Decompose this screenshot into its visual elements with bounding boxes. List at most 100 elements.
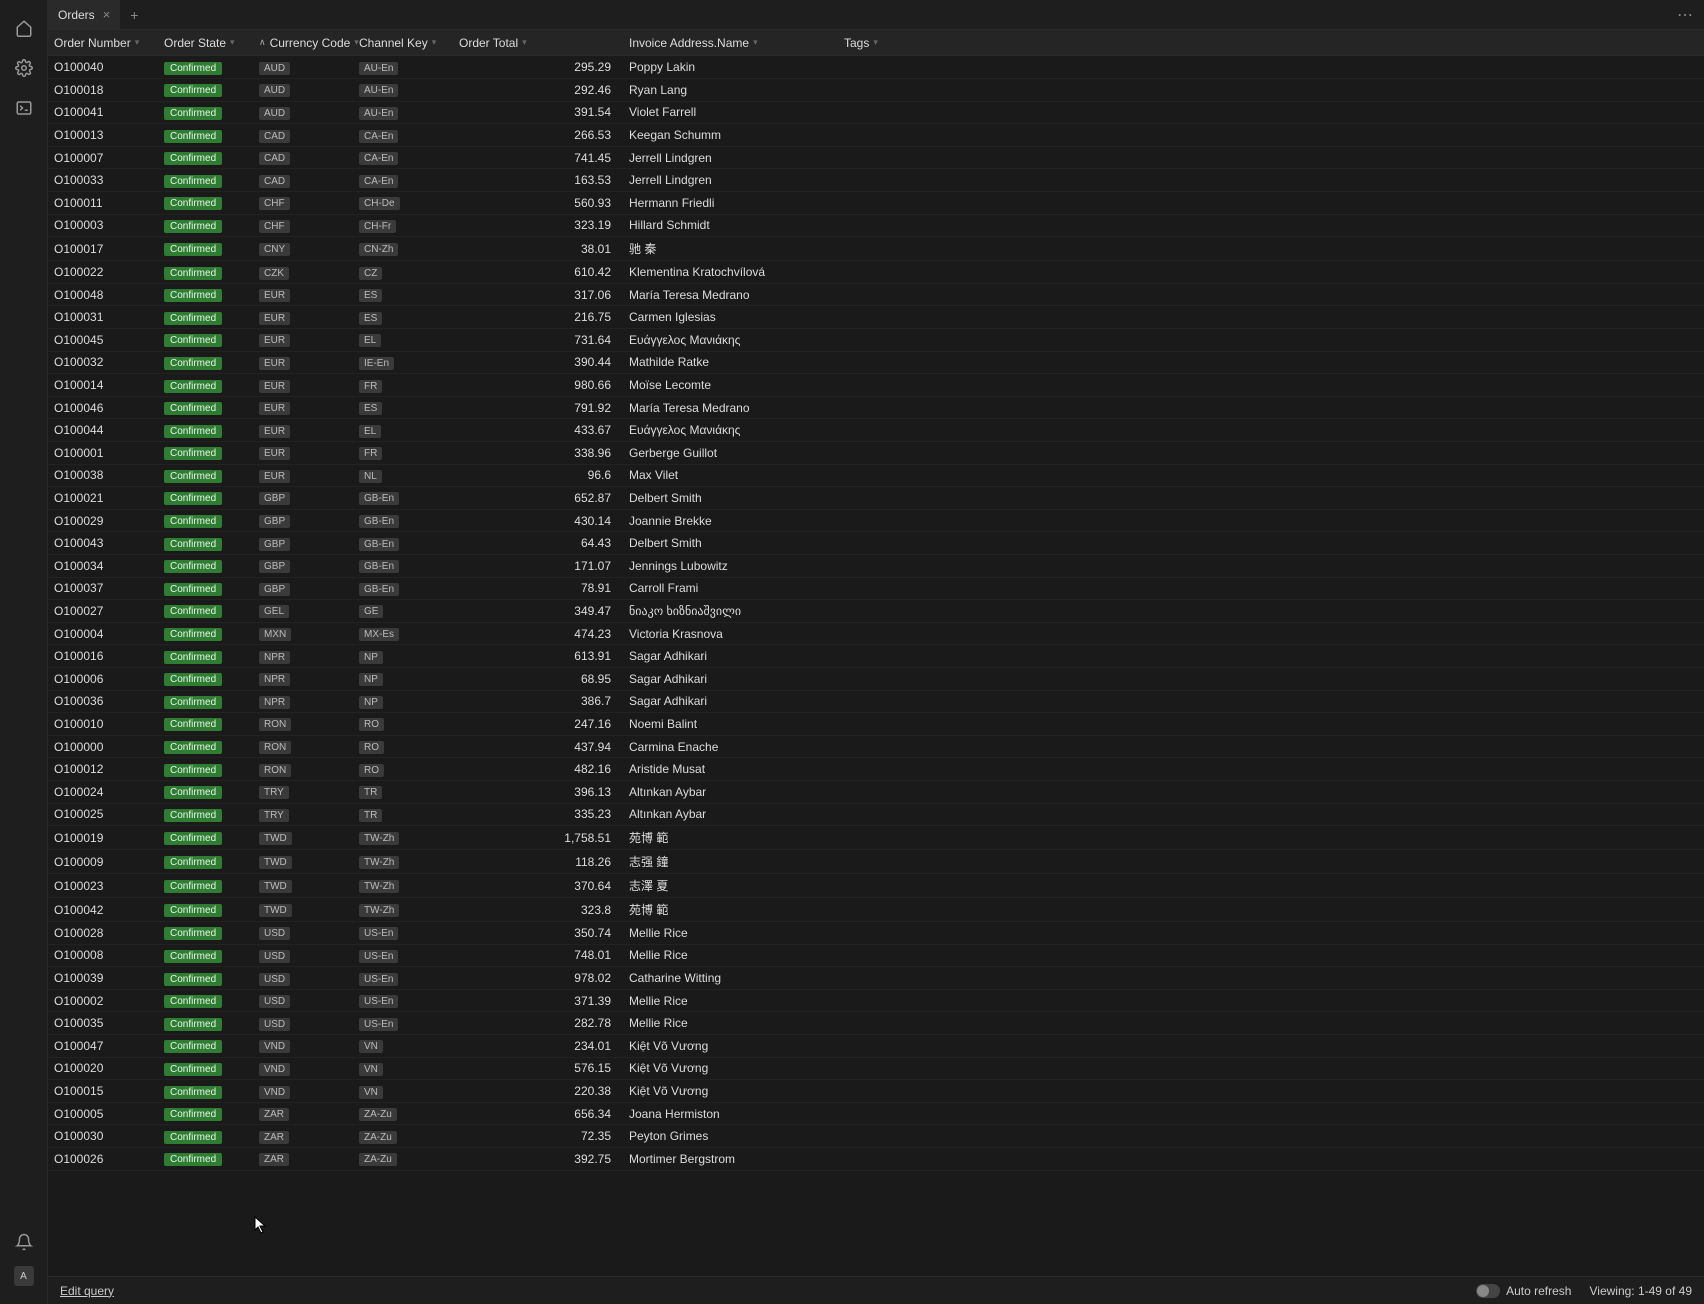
add-tab-button[interactable]: +: [120, 0, 148, 29]
cell-total: 323.8: [453, 898, 623, 922]
table-row[interactable]: O100045ConfirmedEUREL731.64Ευάγγελος Μαν…: [48, 329, 1704, 352]
table-row[interactable]: O100027ConfirmedGELGE349.47ნიაკო ხიზნიაშ…: [48, 600, 1704, 623]
table-row[interactable]: O100001ConfirmedEURFR338.96Gerberge Guil…: [48, 442, 1704, 465]
cell-tags: [838, 826, 1704, 850]
cell-order-state: Confirmed: [158, 79, 253, 102]
table-row[interactable]: O100009ConfirmedTWDTW-Zh118.26志强 鐘: [48, 850, 1704, 874]
table-row[interactable]: O100046ConfirmedEURES791.92María Teresa …: [48, 396, 1704, 419]
table-row[interactable]: O100028ConfirmedUSDUS-En350.74Mellie Ric…: [48, 922, 1704, 945]
table-row[interactable]: O100023ConfirmedTWDTW-Zh370.64志澤 夏: [48, 874, 1704, 898]
colhead-tags[interactable]: Tags ▾: [838, 30, 884, 55]
table-row[interactable]: O100044ConfirmedEUREL433.67Ευάγγελος Μαν…: [48, 419, 1704, 442]
cell-total: 216.75: [453, 306, 623, 329]
sort-asc-icon[interactable]: ∧: [259, 37, 266, 48]
table-row[interactable]: O100018ConfirmedAUDAU-En292.46Ryan Lang: [48, 79, 1704, 102]
table-row[interactable]: O100021ConfirmedGBPGB-En652.87Delbert Sm…: [48, 487, 1704, 510]
cell-name: Sagar Adhikari: [623, 645, 838, 668]
cell-order-state: Confirmed: [158, 237, 253, 261]
table-row[interactable]: O100037ConfirmedGBPGB-En78.91Carroll Fra…: [48, 577, 1704, 600]
colhead-order-total[interactable]: Order Total ▾: [453, 30, 623, 55]
tab-orders[interactable]: Orders ×: [48, 0, 120, 29]
table-row[interactable]: O100022ConfirmedCZKCZ610.42Klementina Kr…: [48, 261, 1704, 284]
cell-tags: [838, 577, 1704, 600]
table-row[interactable]: O100025ConfirmedTRYTR335.23Altınkan Ayba…: [48, 803, 1704, 826]
table-row[interactable]: O100030ConfirmedZARZA-Zu72.35Peyton Grim…: [48, 1125, 1704, 1148]
table-row[interactable]: O100002ConfirmedUSDUS-En371.39Mellie Ric…: [48, 989, 1704, 1012]
table-row[interactable]: O100042ConfirmedTWDTW-Zh323.8苑博 範: [48, 898, 1704, 922]
auto-refresh-toggle[interactable]: [1476, 1284, 1500, 1298]
avatar[interactable]: A: [14, 1266, 34, 1286]
cell-order-number: O100005: [48, 1102, 158, 1125]
table-row[interactable]: O100038ConfirmedEURNL96.6Max Vilet: [48, 464, 1704, 487]
more-icon[interactable]: ⋯: [1677, 5, 1704, 25]
table-row[interactable]: O100007ConfirmedCADCA-En741.45Jerrell Li…: [48, 146, 1704, 169]
colhead-order-state[interactable]: Order State ▾: [158, 30, 253, 55]
table-row[interactable]: O100013ConfirmedCADCA-En266.53Keegan Sch…: [48, 124, 1704, 147]
table-row[interactable]: O100003ConfirmedCHFCH-Fr323.19Hillard Sc…: [48, 214, 1704, 237]
table-row[interactable]: O100036ConfirmedNPRNP386.7Sagar Adhikari: [48, 690, 1704, 713]
table-row[interactable]: O100048ConfirmedEURES317.06María Teresa …: [48, 283, 1704, 306]
cell-channel: US-En: [353, 922, 453, 945]
table-row[interactable]: O100016ConfirmedNPRNP613.91Sagar Adhikar…: [48, 645, 1704, 668]
bell-icon[interactable]: [14, 1232, 34, 1252]
cell-order-number: O100031: [48, 306, 158, 329]
cell-total: 1,758.51: [453, 826, 623, 850]
colhead-invoice-name[interactable]: Invoice Address.Name ▾: [623, 30, 838, 55]
viewing-label: Viewing: 1-49 of 49: [1589, 1284, 1692, 1298]
terminal-icon[interactable]: [14, 98, 34, 118]
table-row[interactable]: O100024ConfirmedTRYTR396.13Altınkan Ayba…: [48, 780, 1704, 803]
colhead-currency-code[interactable]: ∧ Currency Code ▾: [253, 30, 353, 55]
table-row[interactable]: O100029ConfirmedGBPGB-En430.14Joannie Br…: [48, 509, 1704, 532]
table-row[interactable]: O100017ConfirmedCNYCN-Zh38.01驰 秦: [48, 237, 1704, 261]
gear-icon[interactable]: [14, 58, 34, 78]
cell-order-state: Confirmed: [158, 329, 253, 352]
table-row[interactable]: O100043ConfirmedGBPGB-En64.43Delbert Smi…: [48, 532, 1704, 555]
filter-icon[interactable]: ▾: [522, 37, 527, 48]
table-row[interactable]: O100014ConfirmedEURFR980.66Moïse Lecomte: [48, 374, 1704, 397]
table-wrap[interactable]: O100040ConfirmedAUDAU-En295.29Poppy Laki…: [48, 56, 1704, 1276]
table-row[interactable]: O100006ConfirmedNPRNP68.95Sagar Adhikari: [48, 667, 1704, 690]
table-row[interactable]: O100008ConfirmedUSDUS-En748.01Mellie Ric…: [48, 944, 1704, 967]
table-row[interactable]: O100032ConfirmedEURIE-En390.44Mathilde R…: [48, 351, 1704, 374]
cell-tags: [838, 329, 1704, 352]
cell-order-state: Confirmed: [158, 803, 253, 826]
cell-order-state: Confirmed: [158, 56, 253, 79]
edit-query-link[interactable]: Edit query: [60, 1284, 114, 1298]
filter-icon[interactable]: ▾: [753, 37, 758, 48]
filter-icon[interactable]: ▾: [432, 37, 437, 48]
table-row[interactable]: O100047ConfirmedVNDVN234.01Kiệt Võ Vương: [48, 1035, 1704, 1058]
cell-currency: USD: [253, 944, 353, 967]
table-row[interactable]: O100031ConfirmedEURES216.75Carmen Iglesi…: [48, 306, 1704, 329]
table-row[interactable]: O100035ConfirmedUSDUS-En282.78Mellie Ric…: [48, 1012, 1704, 1035]
table-row[interactable]: O100011ConfirmedCHFCH-De560.93Hermann Fr…: [48, 192, 1704, 215]
close-icon[interactable]: ×: [103, 7, 111, 22]
table-row[interactable]: O100004ConfirmedMXNMX-Es474.23Victoria K…: [48, 622, 1704, 645]
cell-currency: GBP: [253, 509, 353, 532]
cell-total: 371.39: [453, 989, 623, 1012]
table-row[interactable]: O100000ConfirmedRONRO437.94Carmina Enach…: [48, 735, 1704, 758]
filter-icon[interactable]: ▾: [873, 37, 878, 48]
home-icon[interactable]: [14, 18, 34, 38]
table-row[interactable]: O100012ConfirmedRONRO482.16Aristide Musa…: [48, 758, 1704, 781]
table-row[interactable]: O100019ConfirmedTWDTW-Zh1,758.51苑博 範: [48, 826, 1704, 850]
cell-total: 731.64: [453, 329, 623, 352]
cell-order-number: O100030: [48, 1125, 158, 1148]
table-row[interactable]: O100020ConfirmedVNDVN576.15Kiệt Võ Vương: [48, 1057, 1704, 1080]
cell-name: Joana Hermiston: [623, 1102, 838, 1125]
table-row[interactable]: O100040ConfirmedAUDAU-En295.29Poppy Laki…: [48, 56, 1704, 79]
filter-icon[interactable]: ▾: [135, 37, 140, 48]
table-row[interactable]: O100005ConfirmedZARZA-Zu656.34Joana Herm…: [48, 1102, 1704, 1125]
table-row[interactable]: O100026ConfirmedZARZA-Zu392.75Mortimer B…: [48, 1148, 1704, 1171]
cell-total: 68.95: [453, 667, 623, 690]
cell-total: 392.75: [453, 1148, 623, 1171]
table-row[interactable]: O100034ConfirmedGBPGB-En171.07Jennings L…: [48, 554, 1704, 577]
table-row[interactable]: O100039ConfirmedUSDUS-En978.02Catharine …: [48, 967, 1704, 990]
table-row[interactable]: O100033ConfirmedCADCA-En163.53Jerrell Li…: [48, 169, 1704, 192]
cell-name: ნიაკო ხიზნიაშვილი: [623, 600, 838, 623]
colhead-order-number[interactable]: Order Number ▾: [48, 30, 158, 55]
table-row[interactable]: O100010ConfirmedRONRO247.16Noemi Balint: [48, 713, 1704, 736]
table-row[interactable]: O100015ConfirmedVNDVN220.38Kiệt Võ Vương: [48, 1080, 1704, 1103]
colhead-channel-key[interactable]: Channel Key ▾: [353, 30, 453, 55]
filter-icon[interactable]: ▾: [230, 37, 235, 48]
table-row[interactable]: O100041ConfirmedAUDAU-En391.54Violet Far…: [48, 101, 1704, 124]
